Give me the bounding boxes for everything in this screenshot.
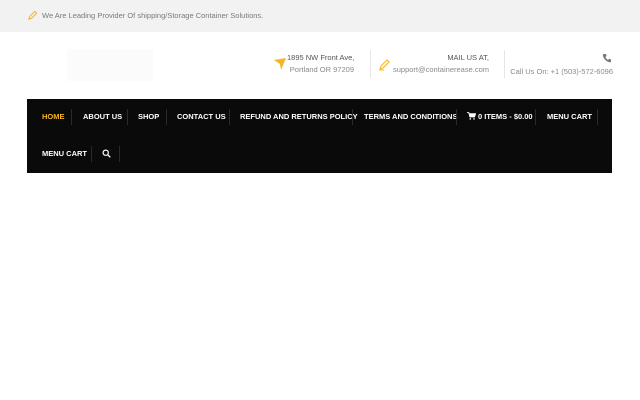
pencil-icon: [28, 10, 38, 20]
nav-menu-cart[interactable]: MENU CART: [547, 111, 592, 123]
nav-contact-us[interactable]: CONTACT US: [177, 111, 226, 123]
nav-about-us[interactable]: ABOUT US: [83, 111, 122, 123]
search-icon[interactable]: [102, 149, 111, 158]
nav-divider: [119, 146, 120, 162]
site-logo[interactable]: [67, 49, 153, 81]
edit-icon: [379, 59, 390, 71]
address-line-2: Portland OR 97209: [289, 65, 354, 74]
nav-refund-policy[interactable]: REFUND AND RETURNS POLICY: [240, 111, 358, 123]
phone-text[interactable]: Call Us On: +1 (503)-572-6096: [505, 66, 613, 78]
nav-divider: [352, 109, 353, 125]
cart-icon: [467, 112, 476, 120]
nav-divider: [91, 146, 92, 162]
nav-home[interactable]: HOME: [42, 111, 65, 123]
nav-divider: [456, 109, 457, 125]
mail-value[interactable]: support@containerease.com: [391, 64, 489, 76]
nav-divider: [127, 109, 128, 125]
divider: [370, 50, 371, 78]
nav-cart-total[interactable]: 0 ITEMS - $0.00: [467, 111, 533, 123]
main-nav: HOME ABOUT US SHOP CONTACT US REFUND AND…: [27, 99, 612, 173]
nav-divider: [229, 109, 230, 125]
nav-divider: [71, 109, 72, 125]
mail-label: MAIL US AT,: [447, 53, 489, 62]
tagline: We Are Leading Provider Of shipping/Stor…: [42, 11, 264, 20]
nav-menu-cart-2[interactable]: MENU CART: [42, 148, 87, 160]
nav-terms[interactable]: TERMS AND CONDITIONS: [364, 111, 457, 123]
address-line-1: 1895 NW Front Ave,: [287, 53, 355, 62]
nav-divider: [166, 109, 167, 125]
phone-icon: [602, 54, 611, 63]
top-bar: We Are Leading Provider Of shipping/Stor…: [0, 0, 640, 32]
nav-divider: [597, 109, 598, 125]
cart-total-label: 0 ITEMS - $0.00: [478, 112, 533, 121]
location-arrow-icon: [274, 58, 286, 70]
mail-block: MAIL US AT, support@containerease.com: [391, 52, 489, 76]
address-block: 1895 NW Front Ave, Portland OR 97209: [287, 52, 354, 76]
nav-shop[interactable]: SHOP: [138, 111, 159, 123]
nav-divider: [535, 109, 536, 125]
